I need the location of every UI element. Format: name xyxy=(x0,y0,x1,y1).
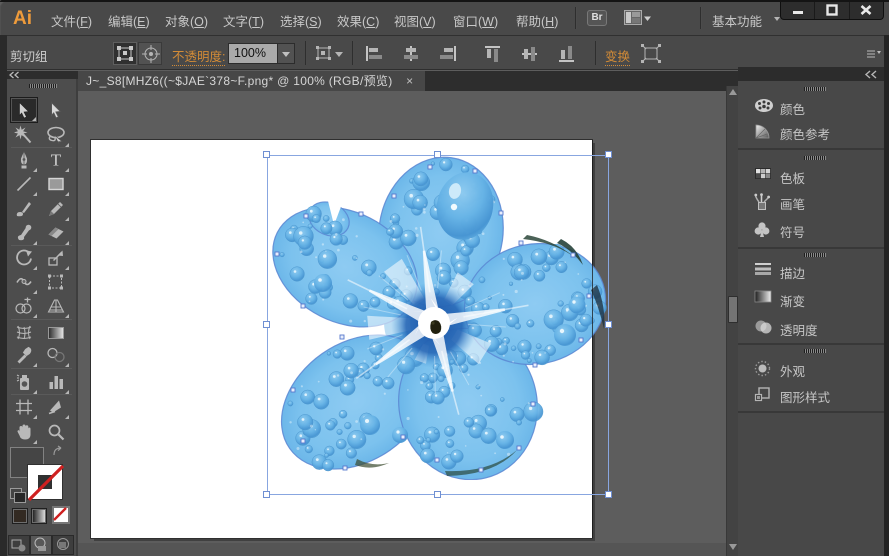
svg-text:T: T xyxy=(51,152,62,169)
